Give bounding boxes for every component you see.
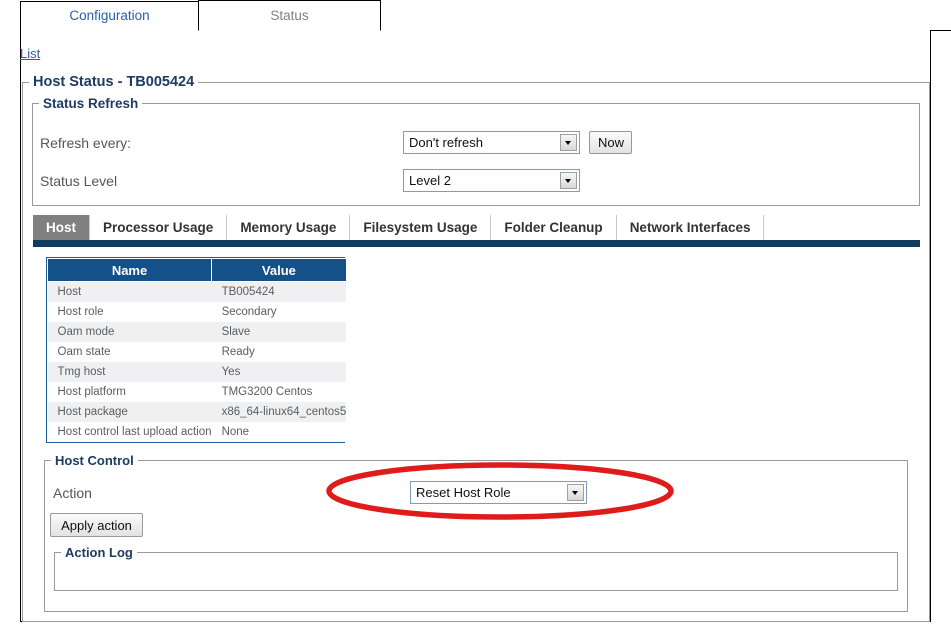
tab-configuration[interactable]: Configuration bbox=[20, 1, 199, 31]
action-log-panel: Action Log bbox=[54, 545, 898, 591]
cell-name: Host role bbox=[48, 302, 212, 322]
host-control-legend: Host Control bbox=[51, 453, 138, 468]
table-header-row: Name Value bbox=[48, 259, 347, 282]
cell-value: x86_64-linux64_centos5 bbox=[212, 402, 347, 422]
cell-name: Oam state bbox=[48, 342, 212, 362]
host-status-legend: Host Status - TB005424 bbox=[29, 74, 198, 90]
cell-value: Slave bbox=[212, 322, 347, 342]
cell-value: Secondary bbox=[212, 302, 347, 322]
status-level-label: Status Level bbox=[40, 173, 403, 189]
chevron-down-icon[interactable] bbox=[567, 484, 584, 501]
status-level-value: Level 2 bbox=[409, 173, 451, 188]
status-level-select[interactable]: Level 2 bbox=[403, 169, 580, 192]
cell-name: Tmg host bbox=[48, 362, 212, 382]
table-row: Host package x86_64-linux64_centos5 bbox=[48, 402, 347, 422]
tab-status[interactable]: Status bbox=[198, 0, 381, 31]
status-category-tabs: Host Processor Usage Memory Usage Filesy… bbox=[33, 215, 920, 240]
host-action-select[interactable]: Reset Host Role bbox=[410, 481, 587, 504]
cell-value: None bbox=[212, 422, 347, 442]
table-row: Oam mode Slave bbox=[48, 322, 347, 342]
cell-name: Host platform bbox=[48, 382, 212, 402]
table-header-name: Name bbox=[48, 259, 212, 282]
table-row: Host TB005424 bbox=[48, 282, 347, 303]
refresh-interval-value: Don't refresh bbox=[409, 135, 483, 150]
cell-name: Host bbox=[48, 282, 212, 303]
refresh-every-row: Refresh every: Don't refresh Now bbox=[40, 131, 640, 154]
table-header-value: Value bbox=[212, 259, 347, 282]
table-row: Tmg host Yes bbox=[48, 362, 347, 382]
inner-tab-processor-usage[interactable]: Processor Usage bbox=[90, 215, 227, 240]
inner-tab-folder-cleanup[interactable]: Folder Cleanup bbox=[491, 215, 616, 240]
action-label: Action bbox=[53, 485, 410, 501]
status-refresh-legend: Status Refresh bbox=[39, 96, 142, 111]
refresh-now-button[interactable]: Now bbox=[589, 131, 632, 154]
inner-tab-memory-usage[interactable]: Memory Usage bbox=[227, 215, 350, 240]
top-tab-bar: Configuration Status bbox=[0, 0, 951, 31]
chevron-down-icon[interactable] bbox=[560, 172, 577, 189]
cell-value: Yes bbox=[212, 362, 347, 382]
host-info-table-wrapper: Name Value Host TB005424 Host role Secon… bbox=[46, 257, 345, 443]
table-row: Host control last upload action None bbox=[48, 422, 347, 442]
inner-tab-network-interfaces[interactable]: Network Interfaces bbox=[617, 215, 765, 240]
cell-value: TMG3200 Centos bbox=[212, 382, 347, 402]
cell-value: TB005424 bbox=[212, 282, 347, 303]
action-log-legend: Action Log bbox=[61, 545, 137, 560]
cell-name: Oam mode bbox=[48, 322, 212, 342]
status-level-row: Status Level Level 2 bbox=[40, 169, 640, 192]
host-info-table: Name Value Host TB005424 Host role Secon… bbox=[47, 258, 347, 442]
inner-tab-host[interactable]: Host bbox=[33, 215, 90, 240]
host-action-value: Reset Host Role bbox=[416, 485, 511, 500]
cell-value: Ready bbox=[212, 342, 347, 362]
table-row: Host platform TMG3200 Centos bbox=[48, 382, 347, 402]
tab-bar-filler bbox=[380, 0, 951, 31]
inner-tabs-underline bbox=[33, 240, 920, 247]
chevron-down-icon[interactable] bbox=[560, 134, 577, 151]
inner-tab-filesystem-usage[interactable]: Filesystem Usage bbox=[350, 215, 491, 240]
host-control-action-row: Action Reset Host Role bbox=[53, 481, 653, 504]
cell-name: Host package bbox=[48, 402, 212, 422]
table-row: Oam state Ready bbox=[48, 342, 347, 362]
refresh-interval-select[interactable]: Don't refresh bbox=[403, 131, 580, 154]
refresh-every-label: Refresh every: bbox=[40, 135, 403, 151]
inner-tabs-filler bbox=[764, 215, 920, 240]
breadcrumb-list-link[interactable]: List bbox=[20, 46, 40, 61]
table-row: Host role Secondary bbox=[48, 302, 347, 322]
cell-name: Host control last upload action bbox=[48, 422, 212, 442]
action-log-content bbox=[55, 560, 897, 568]
apply-action-button[interactable]: Apply action bbox=[50, 513, 143, 537]
